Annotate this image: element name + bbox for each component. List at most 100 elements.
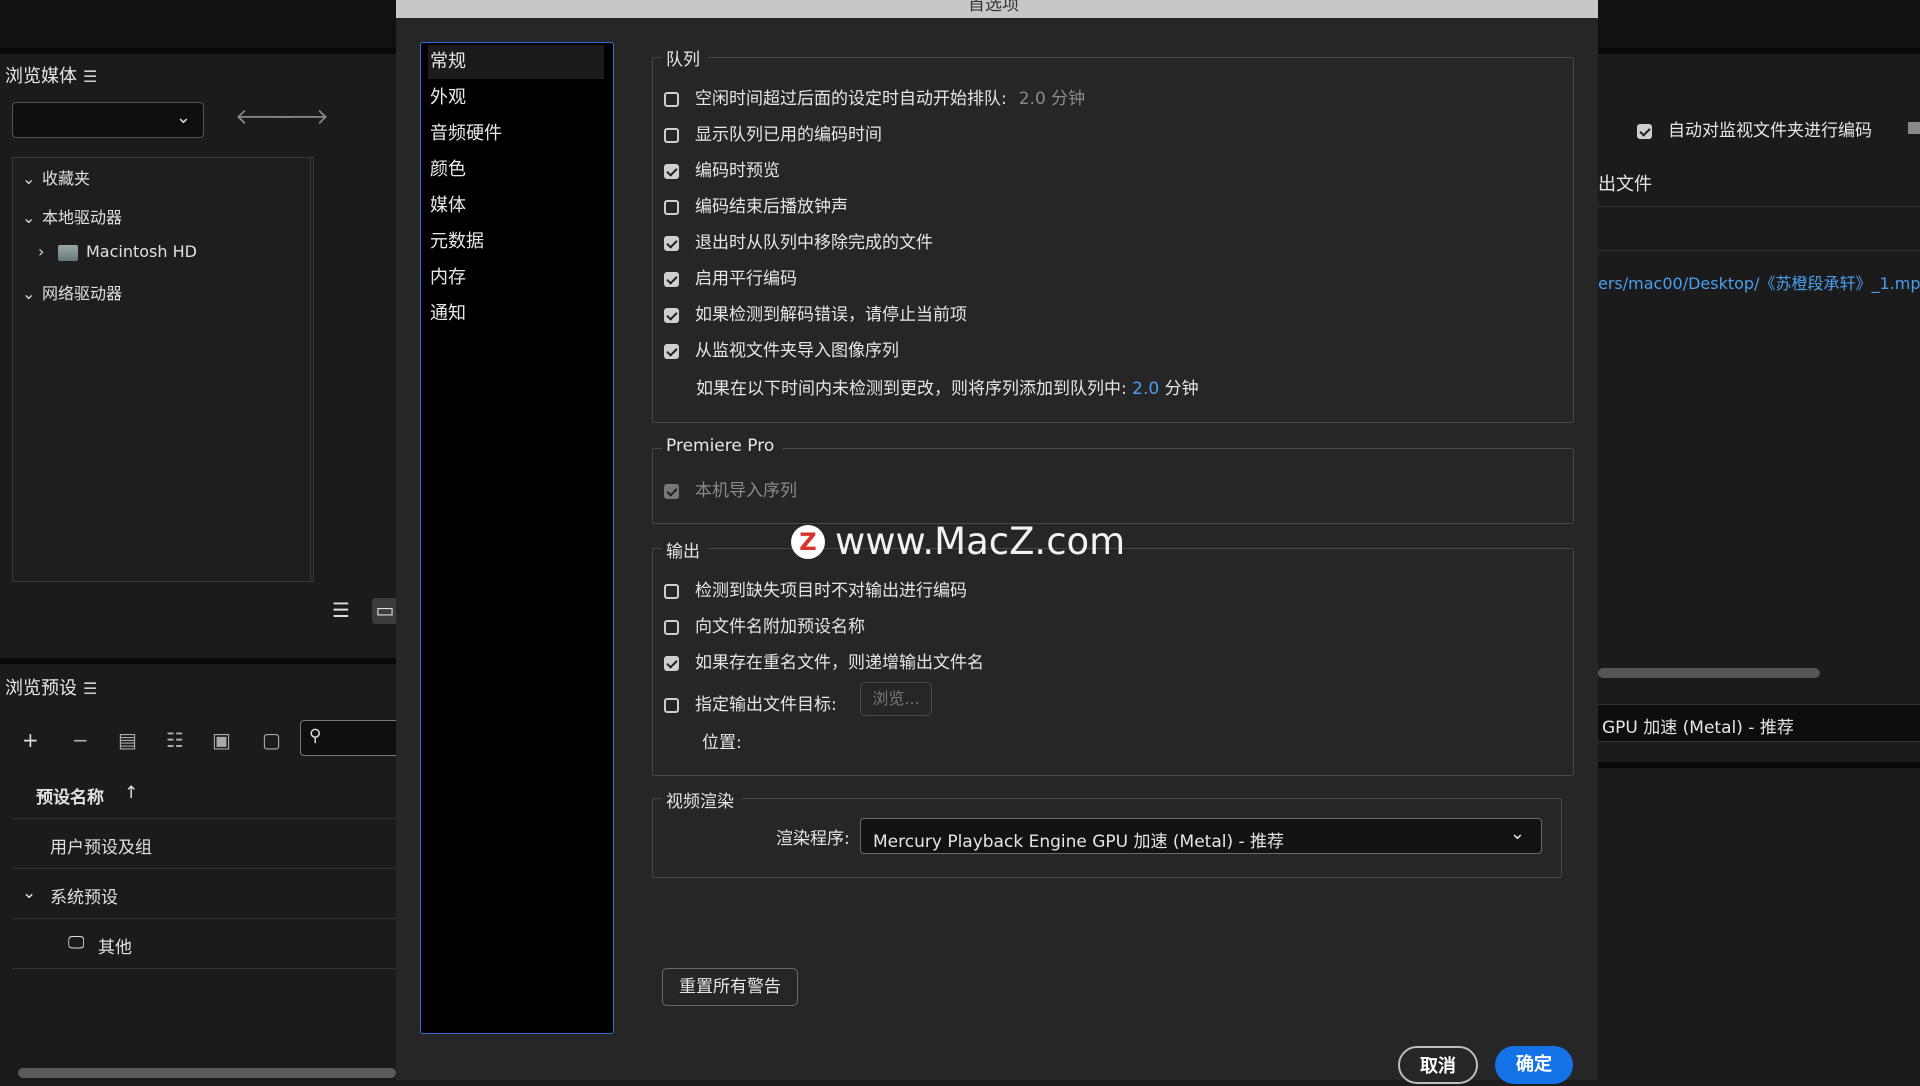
- add-icon[interactable]: +: [22, 728, 39, 752]
- sort-up-icon: ↑: [124, 783, 139, 803]
- divider: [1598, 250, 1920, 251]
- video-render-group-label: 视频渲染: [662, 787, 742, 812]
- watch-folder-auto-encode[interactable]: 自动对监视文件夹进行编码: [1637, 116, 1872, 141]
- remove-finished-option[interactable]: 退出时从队列中移除完成的文件: [664, 228, 933, 253]
- reset-warnings-button[interactable]: 重置所有警告: [662, 968, 798, 1006]
- nav-item-audio-hardware[interactable]: 音频硬件: [428, 117, 604, 151]
- renderer-select[interactable]: Mercury Playback Engine GPU 加速 (Metal) -…: [860, 818, 1542, 854]
- chevron-down-icon: ⌄: [175, 107, 191, 128]
- tree-item-local-drives[interactable]: ⌄ 本地驱动器: [22, 204, 122, 228]
- remove-icon[interactable]: −: [72, 728, 89, 752]
- tree-divider: [310, 157, 311, 580]
- import-image-sequence-option[interactable]: 从监视文件夹导入图像序列: [664, 336, 899, 361]
- thumbnail-view-icon[interactable]: ▭: [372, 598, 398, 624]
- menu-icon[interactable]: ☰: [83, 679, 97, 698]
- tree-item-favorites[interactable]: ⌄ 收藏夹: [22, 165, 90, 189]
- increment-filename-option[interactable]: 如果存在重名文件，则递增输出文件名: [664, 648, 984, 673]
- media-browser-title: 浏览媒体 ☰: [5, 66, 98, 87]
- watermark: Zwww.MacZ.com: [791, 520, 1125, 563]
- preferences-nav: 常规 外观 音频硬件 颜色 媒体 元数据 内存 通知: [420, 42, 614, 1034]
- chevron-down-icon: ⌄: [22, 208, 36, 227]
- checkbox[interactable]: [664, 128, 679, 143]
- checkbox[interactable]: [664, 698, 679, 713]
- specify-output-destination-option[interactable]: 指定输出文件目标:: [664, 690, 837, 715]
- nav-item-media[interactable]: 媒体: [428, 189, 604, 223]
- skip-missing-items-option[interactable]: 检测到缺失项目时不对输出进行编码: [664, 576, 967, 601]
- checkbox[interactable]: [664, 344, 679, 359]
- stop-on-decode-error-option[interactable]: 如果检测到解码错误，请停止当前项: [664, 300, 967, 325]
- chevron-right-icon: ›: [38, 242, 45, 261]
- dialog-title-bar: 首选项: [396, 0, 1598, 18]
- checkbox[interactable]: [664, 620, 679, 635]
- checkbox[interactable]: [664, 164, 679, 179]
- show-encode-time-option[interactable]: 显示队列已用的编码时间: [664, 120, 882, 145]
- ok-button[interactable]: 确定: [1495, 1046, 1573, 1084]
- sequence-timeout-note: 如果在以下时间内未检测到更改，则将序列添加到队列中: 2.0 分钟: [696, 379, 1199, 399]
- presets-title: 浏览预设 ☰: [5, 678, 98, 699]
- tree-item-network-drives[interactable]: ⌄ 网络驱动器: [22, 280, 122, 304]
- panel-separator: [0, 658, 396, 664]
- append-preset-name-option[interactable]: 向文件名附加预设名称: [664, 612, 865, 637]
- nav-item-notifications[interactable]: 通知: [428, 297, 604, 331]
- nav-item-general[interactable]: 常规: [428, 45, 604, 79]
- preset-row[interactable]: 🖵 其他: [12, 920, 402, 969]
- group-icon[interactable]: ▤: [118, 728, 137, 752]
- nav-item-metadata[interactable]: 元数据: [428, 225, 604, 259]
- nav-item-appearance[interactable]: 外观: [428, 81, 604, 115]
- preview-while-encoding-option[interactable]: 编码时预览: [664, 156, 780, 181]
- export-icon[interactable]: ▢: [262, 728, 281, 752]
- menu-icon[interactable]: ☰: [83, 67, 97, 86]
- preset-name-header[interactable]: 预设名称 ↑: [12, 770, 402, 819]
- native-import-option: 本机导入序列: [664, 476, 797, 501]
- checkbox[interactable]: [664, 584, 679, 599]
- scroll-stub: [1908, 122, 1920, 134]
- settings-icon[interactable]: ☷: [166, 728, 184, 752]
- chevron-down-icon: ⌄: [22, 169, 36, 188]
- checkbox[interactable]: [664, 236, 679, 251]
- queue-group-label: 队列: [662, 45, 708, 70]
- output-file-header: 出文件: [1598, 174, 1652, 195]
- monitor-icon: 🖵: [68, 933, 85, 953]
- renderer-display: GPU 加速 (Metal) - 推荐: [1598, 704, 1920, 742]
- horizontal-scrollbar[interactable]: [1598, 668, 1820, 678]
- chevron-down-icon: ⌄: [1509, 823, 1525, 844]
- panel-separator: [1598, 48, 1920, 54]
- watermark-logo-icon: Z: [791, 525, 825, 559]
- panel-separator: [1598, 762, 1920, 768]
- checkbox[interactable]: [664, 308, 679, 323]
- browse-button[interactable]: 浏览...: [860, 682, 932, 716]
- parallel-encoding-option[interactable]: 启用平行编码: [664, 264, 797, 289]
- preset-row[interactable]: ⌄ 系统预设: [12, 870, 402, 919]
- location-dropdown[interactable]: ⌄: [12, 102, 204, 138]
- renderer-select-value: Mercury Playback Engine GPU 加速 (Metal) -…: [873, 832, 1285, 852]
- cancel-button[interactable]: 取消: [1398, 1046, 1478, 1084]
- checkbox[interactable]: [664, 200, 679, 215]
- tree-item-macintosh-hd[interactable]: › Macintosh HD: [38, 242, 197, 261]
- nav-item-memory[interactable]: 内存: [428, 261, 604, 295]
- nav-item-color[interactable]: 颜色: [428, 153, 604, 187]
- forward-arrow-icon[interactable]: 🡒: [270, 104, 329, 130]
- sequence-timeout-value[interactable]: 2.0: [1132, 379, 1159, 399]
- premiere-group-label: Premiere Pro: [662, 436, 783, 456]
- checkbox[interactable]: [1637, 124, 1652, 139]
- preset-row[interactable]: 用户预设及组: [12, 820, 402, 869]
- panel-separator: [0, 48, 396, 54]
- horizontal-scrollbar[interactable]: [18, 1068, 396, 1078]
- dialog-title: 首选项: [968, 0, 1019, 15]
- import-icon[interactable]: ▣: [212, 728, 231, 752]
- checkbox[interactable]: [664, 656, 679, 671]
- renderer-label: 渲染程序:: [776, 829, 850, 849]
- chevron-down-icon: ⌄: [22, 284, 36, 303]
- hard-drive-icon: [58, 244, 78, 261]
- output-path-link[interactable]: ers/mac00/Desktop/《苏橙段承轩》_1.mp: [1598, 270, 1920, 294]
- chevron-down-icon: ⌄: [22, 883, 37, 903]
- play-chime-option[interactable]: 编码结束后播放钟声: [664, 192, 848, 217]
- location-label: 位置:: [702, 733, 742, 753]
- checkbox: [664, 484, 679, 499]
- auto-queue-option[interactable]: 空闲时间超过后面的设定时自动开始排队: 2.0 分钟: [664, 84, 1085, 109]
- divider: [1598, 206, 1920, 207]
- auto-queue-time[interactable]: 2.0 分钟: [1019, 89, 1085, 109]
- checkbox[interactable]: [664, 272, 679, 287]
- checkbox[interactable]: [664, 92, 679, 107]
- list-view-icon[interactable]: ☰: [328, 598, 354, 624]
